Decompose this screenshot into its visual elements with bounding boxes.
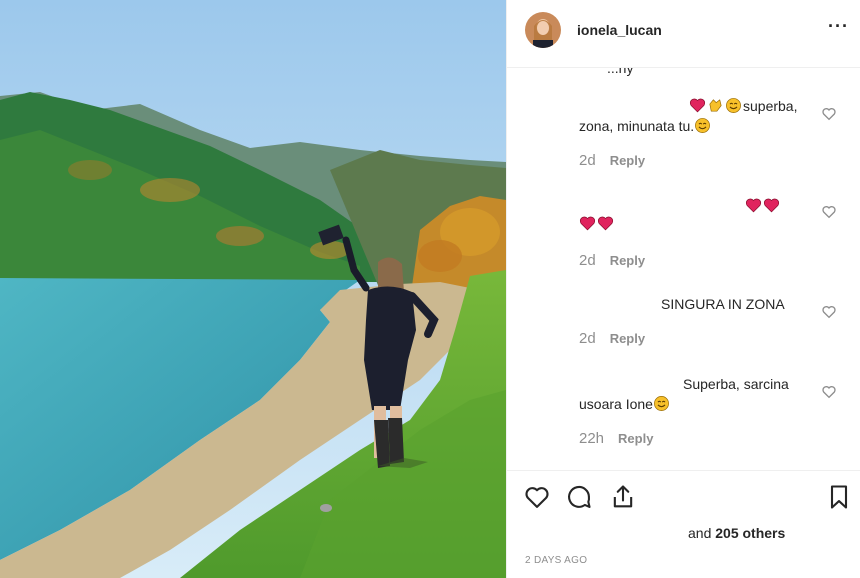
reply-button[interactable]: Reply xyxy=(618,431,653,446)
likes-others[interactable]: 205 others xyxy=(715,525,785,541)
heart-outline-icon[interactable] xyxy=(523,483,551,511)
post-header: ionela_lucan ··· xyxy=(507,0,860,68)
comment-meta: 22h Reply xyxy=(579,430,653,447)
comment-line-1: Superba, sarcina xyxy=(683,376,789,392)
smiling-face-emoji-icon xyxy=(653,396,671,412)
likes-prefix: and xyxy=(688,525,716,541)
comment-meta: 2d Reply xyxy=(579,152,645,169)
post-date[interactable]: 2 DAYS AGO xyxy=(525,555,587,566)
share-icon[interactable] xyxy=(609,483,637,511)
comment-text-line: SINGURA IN ZONA xyxy=(661,294,785,314)
clapping-emoji-icon xyxy=(707,98,725,114)
comment-line-1: SINGURA IN ZONA xyxy=(661,296,785,312)
bookmark-icon[interactable] xyxy=(825,483,853,511)
heart-emoji-icon xyxy=(763,198,781,214)
heart-emoji-icon xyxy=(745,198,763,214)
heart-emoji-icon xyxy=(579,216,597,232)
comment-time: 2d xyxy=(579,252,596,269)
heart-emoji-icon xyxy=(689,98,707,114)
comment-text-line xyxy=(745,196,781,216)
more-dots-icon[interactable]: ··· xyxy=(828,16,849,37)
comment-line-1: superba, xyxy=(743,98,798,114)
heart-emoji-icon xyxy=(597,216,615,232)
comment-meta: 2d Reply xyxy=(579,330,645,347)
comment-line-2: zona, minunata tu. xyxy=(579,118,695,134)
partial-comment: ...ny xyxy=(607,68,634,76)
comment-bubble-icon[interactable] xyxy=(565,483,593,511)
like-comment-heart-icon[interactable] xyxy=(821,106,837,122)
post-side-panel: ionela_lucan ··· ...ny superba, zona, mi… xyxy=(506,0,860,578)
comment-time: 2d xyxy=(579,330,596,347)
smiling-face-emoji-icon xyxy=(694,118,712,134)
lake-landscape-image xyxy=(0,0,506,578)
like-comment-heart-icon[interactable] xyxy=(821,384,837,400)
comment-text-line xyxy=(579,214,615,234)
post-photo[interactable] xyxy=(0,0,506,578)
reply-button[interactable]: Reply xyxy=(610,331,645,346)
like-comment-heart-icon[interactable] xyxy=(821,204,837,220)
comment-text-line: superba, xyxy=(689,96,797,116)
reply-button[interactable]: Reply xyxy=(610,153,645,168)
comment-meta: 2d Reply xyxy=(579,252,645,269)
reply-button[interactable]: Reply xyxy=(610,253,645,268)
comment-text-line: Superba, sarcina xyxy=(683,374,789,394)
comment-time: 22h xyxy=(579,430,605,447)
post-actions: and 205 others 2 DAYS AGO xyxy=(507,470,860,578)
like-comment-heart-icon[interactable] xyxy=(821,304,837,320)
avatar[interactable] xyxy=(525,12,561,48)
avatar-image xyxy=(525,12,561,48)
likes-count[interactable]: and 205 others xyxy=(688,525,785,541)
comment-time: 2d xyxy=(579,152,596,169)
comment-text-line: usoara Ione xyxy=(579,394,671,414)
comments-list[interactable]: ...ny superba, zona, minunata tu. 2d Repl… xyxy=(507,68,860,470)
username[interactable]: ionela_lucan xyxy=(577,22,662,38)
comment-text-line: zona, minunata tu. xyxy=(579,116,712,136)
comment-line-2: usoara Ione xyxy=(579,396,653,412)
smiling-face-emoji-icon xyxy=(725,98,743,114)
